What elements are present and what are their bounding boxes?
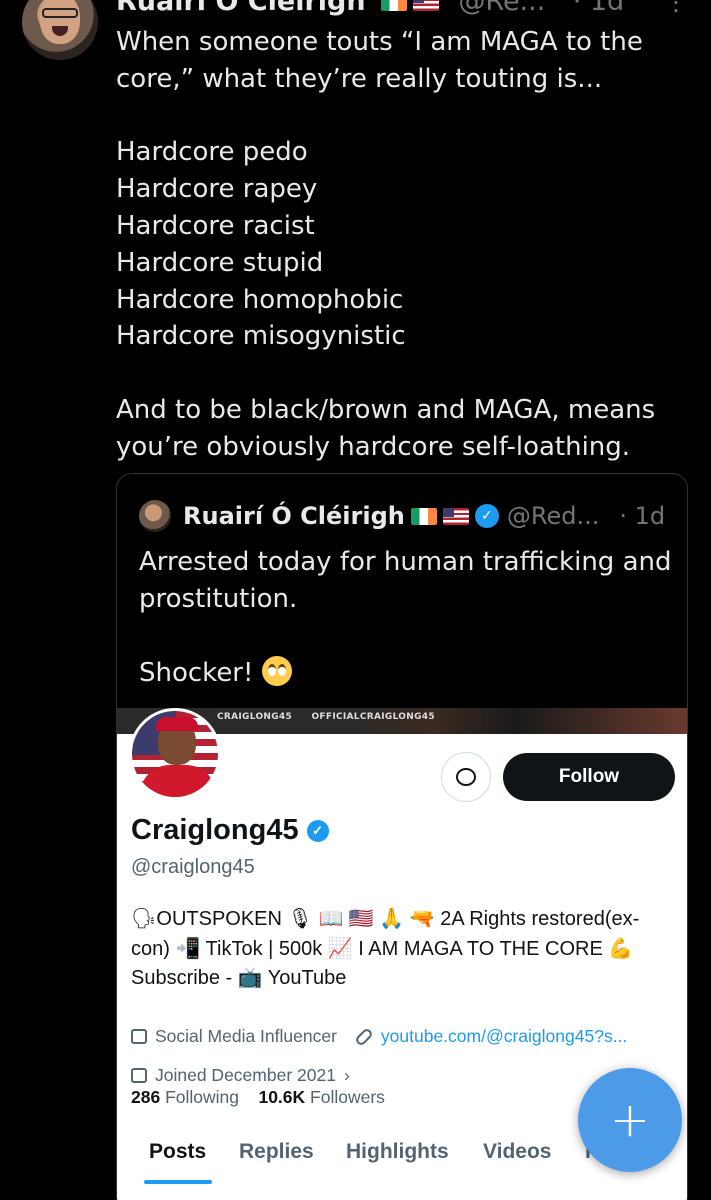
following-label: Following xyxy=(165,1087,240,1107)
banner-instagram-text: OFFICIALCRAIGLONG45 xyxy=(311,712,435,722)
quoted-line-text: Shocker! xyxy=(139,658,254,688)
avatar-glasses xyxy=(42,8,78,18)
verified-badge-icon: ✓ xyxy=(306,819,329,842)
chevron-right-icon: › xyxy=(343,1065,350,1085)
bio-line: con) 📲 TikTok | 500k 📈 I AM MAGA TO THE … xyxy=(131,937,634,960)
more-options-icon[interactable]: ⋮ xyxy=(664,0,688,14)
post-line: Hardcore stupid xyxy=(116,247,324,278)
post-line: Hardcore racist xyxy=(116,210,315,241)
profile-name: Craiglong45 ✓ xyxy=(131,814,329,847)
active-tab-indicator xyxy=(144,1180,212,1184)
avatar-cap xyxy=(156,717,198,731)
quoted-post-header: Ruairí Ó Cléirigh ✓ @Red... · 1d xyxy=(139,500,665,532)
profile-joined-row: Joined December 2021 › xyxy=(131,1065,350,1086)
followers-label: Followers xyxy=(310,1087,385,1107)
tab-videos: Videos xyxy=(483,1140,552,1163)
post-line: And to be black/brown and MAGA, means xyxy=(116,394,656,425)
author-name[interactable]: Ruairí Ó Cléirigh xyxy=(116,0,366,17)
profile-name-text: Craiglong45 xyxy=(131,814,299,846)
quoted-post-text: Arrested today for human trafficking and… xyxy=(139,544,679,692)
tab-highlights: Highlights xyxy=(346,1140,449,1163)
quoted-line: Shocker! xyxy=(139,655,679,692)
message-button xyxy=(441,752,491,802)
following-count: 286 xyxy=(131,1087,161,1107)
bio-line: Subscribe - 📺 YouTube xyxy=(131,967,347,989)
banner-text: CRAIGLONG45 OFFICIALCRAIGLONG45 xyxy=(217,712,451,722)
calendar-icon xyxy=(131,1068,147,1083)
compose-button[interactable]: + xyxy=(578,1068,682,1172)
profile-meta-row: Social Media Influencer youtube.com/@cra… xyxy=(131,1026,627,1047)
link-icon xyxy=(354,1026,374,1047)
profile-bio: 🗣OUTSPOKEN 🎙 📖 🇺🇸 🙏 🔫 2A Rights restored… xyxy=(131,905,676,994)
quoted-line: Arrested today for human trafficking and xyxy=(139,547,672,577)
eye-roll-emoji-icon xyxy=(261,656,292,686)
quoted-line-spacer xyxy=(139,618,679,655)
profile-link: youtube.com/@craiglong45?s... xyxy=(380,1026,628,1046)
avatar-shirt xyxy=(140,765,216,797)
post-header: Ruairí Ó Cléirigh @Re... · 1d xyxy=(116,0,624,17)
quoted-post-time: · 1d xyxy=(619,502,666,530)
post-line: Hardcore pedo xyxy=(116,137,308,168)
message-icon xyxy=(456,768,476,786)
verified-badge-icon: ✓ xyxy=(474,504,499,528)
post-line-spacer xyxy=(116,98,686,135)
follow-button: Follow xyxy=(503,753,675,801)
profile-avatar xyxy=(129,708,221,800)
quoted-author-name: Ruairí Ó Cléirigh xyxy=(183,502,405,530)
profile-joined: Joined December 2021 xyxy=(155,1065,336,1085)
tab-posts: Posts xyxy=(149,1140,207,1163)
profile-category: Social Media Influencer xyxy=(155,1026,337,1046)
post-line: When someone touts “I am MAGA to the xyxy=(116,27,643,57)
ireland-flag-icon xyxy=(410,507,437,525)
us-flag-icon xyxy=(442,507,469,525)
quoted-author-handle: @Red... xyxy=(506,502,600,530)
quoted-author-avatar xyxy=(139,500,171,532)
ireland-flag-icon xyxy=(380,0,407,11)
profile-handle: @craiglong45 xyxy=(131,856,255,878)
briefcase-icon xyxy=(131,1029,147,1044)
profile-stats: 286 Following 10.6K Followers xyxy=(131,1087,385,1108)
author-avatar[interactable] xyxy=(22,0,98,60)
quoted-line: prostitution. xyxy=(139,584,298,614)
post-line: Hardcore homophobic xyxy=(116,284,404,315)
avatar-face xyxy=(40,0,80,44)
post-line: Hardcore misogynistic xyxy=(116,321,406,352)
bio-line: 🗣OUTSPOKEN 🎙 📖 🇺🇸 🙏 🔫 2A Rights restored… xyxy=(131,908,640,930)
tab-replies: Replies xyxy=(239,1140,314,1163)
post-line: core,” what they’re really touting is... xyxy=(116,63,603,94)
post-time[interactable]: · 1d xyxy=(573,0,624,17)
us-flag-icon xyxy=(412,0,439,11)
followers-count: 10.6K xyxy=(258,1087,306,1107)
banner-youtube-text: CRAIGLONG45 xyxy=(217,712,293,722)
author-handle[interactable]: @Re... xyxy=(458,0,545,17)
post-line-spacer xyxy=(116,355,686,392)
post-line: you’re obviously hardcore self-loathing. xyxy=(116,431,631,462)
post-line: Hardcore rapey xyxy=(116,174,318,205)
post-text: When someone touts “I am MAGA to the cor… xyxy=(116,24,686,466)
